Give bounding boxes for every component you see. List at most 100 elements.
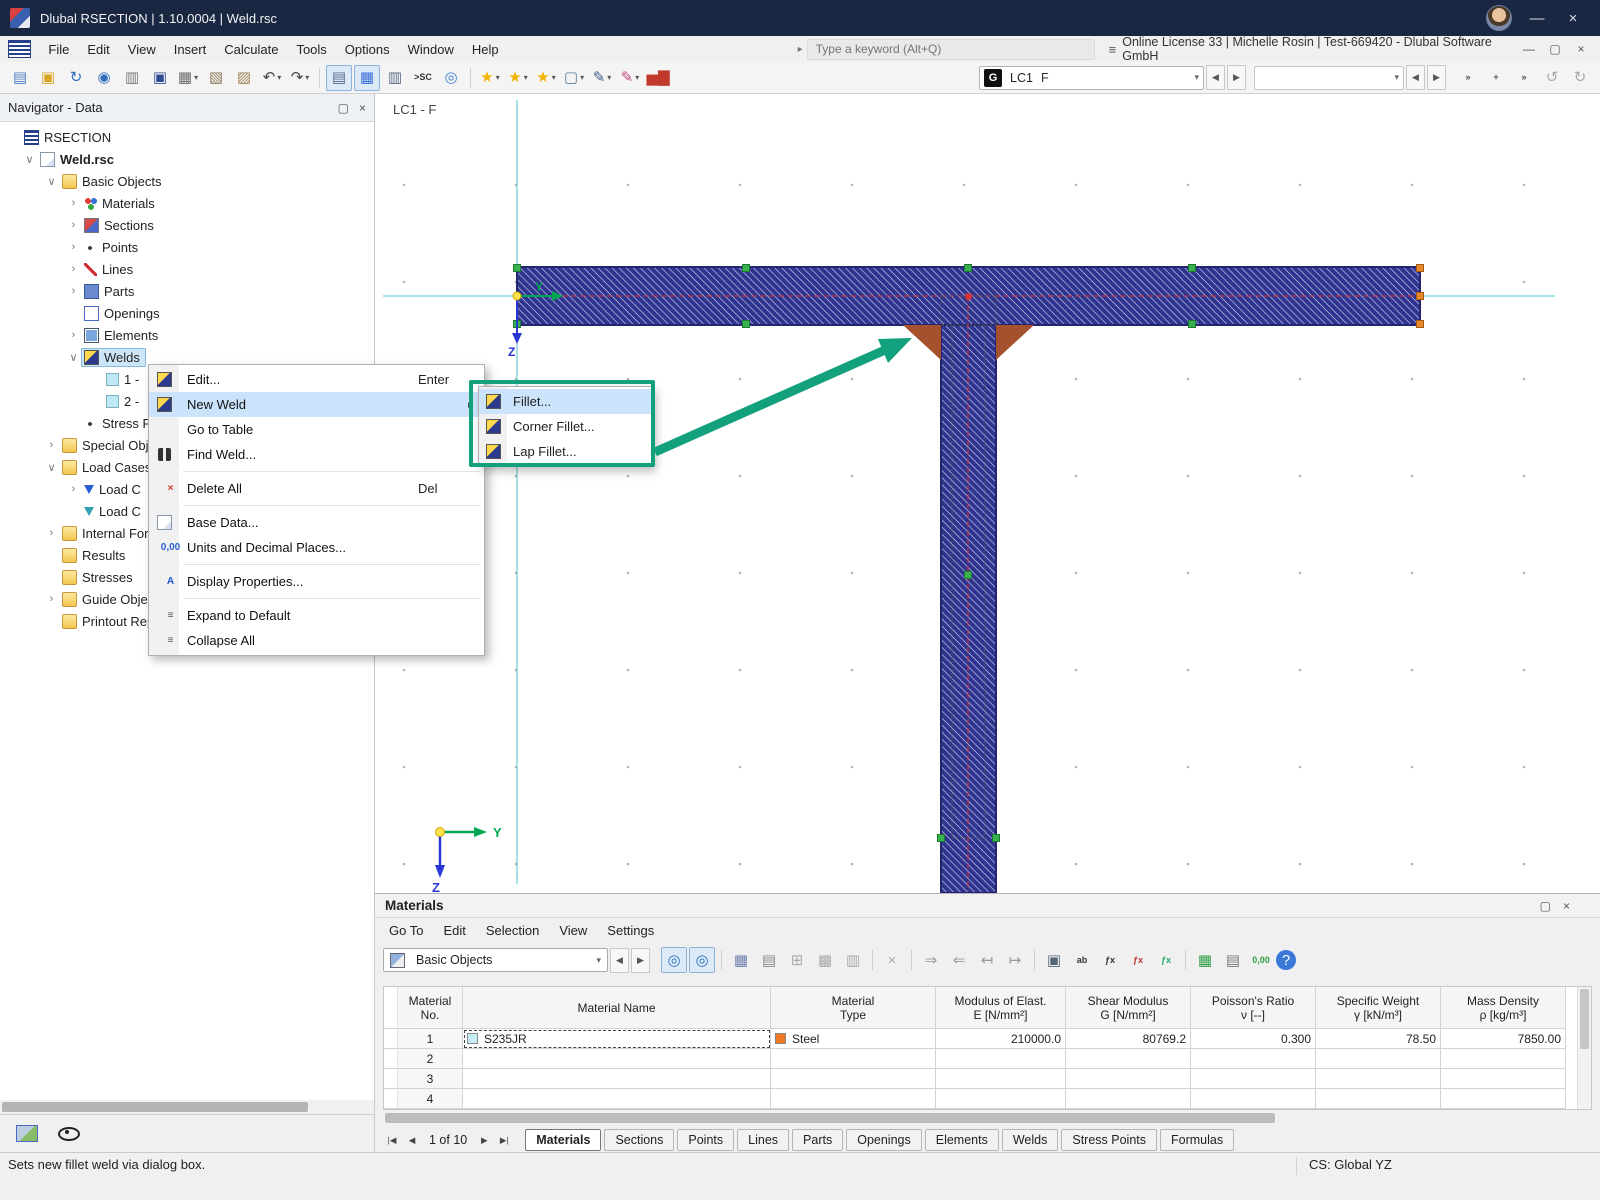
- tree-expander[interactable]: ›: [66, 263, 81, 275]
- materials-menu-item[interactable]: Selection: [476, 923, 549, 938]
- export-row-icon[interactable]: ⇒: [918, 947, 944, 973]
- submenu-item[interactable]: Fillet...: [479, 389, 651, 414]
- section-box-icon[interactable]: ▢▾: [561, 65, 587, 91]
- cell-shear-modulus[interactable]: 80769.2: [1066, 1029, 1191, 1049]
- context-menu-item[interactable]: New Weld ▸: [149, 392, 484, 417]
- tree-item[interactable]: › Parts: [0, 280, 374, 302]
- context-menu-item[interactable]: Find Weld... ▸: [149, 442, 484, 467]
- tree-item[interactable]: › Points: [0, 236, 374, 258]
- tree-expander[interactable]: ›: [66, 285, 81, 297]
- context-menu-item[interactable]: ▸: [149, 501, 484, 510]
- orbit-icon[interactable]: ↺: [1539, 65, 1565, 91]
- close-button[interactable]: ×: [1562, 10, 1584, 27]
- doc-close-button[interactable]: ×: [1572, 42, 1590, 56]
- cell-shear-modulus[interactable]: [1066, 1089, 1191, 1109]
- cell-material-no[interactable]: 1: [398, 1029, 463, 1049]
- prev-page-button[interactable]: ◀: [403, 1131, 421, 1149]
- cell-material-name[interactable]: [463, 1069, 771, 1089]
- new-model-icon[interactable]: ▤▾: [7, 65, 33, 91]
- tree-expander[interactable]: ∨: [44, 175, 59, 188]
- tree-expander[interactable]: ›: [66, 483, 81, 495]
- context-menu-item[interactable]: × Delete All Del ▸: [149, 476, 484, 501]
- table-tab[interactable]: Sections: [604, 1129, 674, 1151]
- formula-edit-icon[interactable]: ƒx: [1153, 947, 1179, 973]
- context-menu-item[interactable]: ▸: [149, 560, 484, 569]
- ole-icon[interactable]: ▤: [1220, 947, 1246, 973]
- pattern-fill-icon[interactable]: ▩: [812, 947, 838, 973]
- results-diagram-icon[interactable]: ▅▇▾: [645, 65, 671, 91]
- formula-delete-icon[interactable]: ƒx: [1125, 947, 1151, 973]
- cell-material-type[interactable]: [771, 1069, 936, 1089]
- autocomplete-icon[interactable]: ab: [1069, 947, 1095, 973]
- cell-shear-modulus[interactable]: [1066, 1069, 1191, 1089]
- table-tab[interactable]: Parts: [792, 1129, 843, 1151]
- table-tab[interactable]: Materials: [525, 1129, 601, 1151]
- color-pencil-icon[interactable]: ✎▾: [617, 65, 643, 91]
- menu-item[interactable]: Calculate: [215, 37, 287, 62]
- excel-export-icon[interactable]: ▦: [1192, 947, 1218, 973]
- menu-item[interactable]: Edit: [78, 37, 118, 62]
- user-avatar[interactable]: [1486, 5, 1512, 31]
- render-sphere-icon[interactable]: ◎▾: [438, 65, 464, 91]
- tree-expander[interactable]: ›: [66, 219, 81, 231]
- navigator-hscrollbar[interactable]: [0, 1100, 374, 1114]
- cell-specific-weight[interactable]: [1316, 1089, 1441, 1109]
- tree-item[interactable]: Openings: [0, 302, 374, 324]
- scrollbar-thumb[interactable]: [1580, 989, 1589, 1049]
- print-icon[interactable]: ▦▾: [175, 65, 201, 91]
- tree-item[interactable]: RSECTION: [0, 126, 374, 148]
- materials-menu-item[interactable]: Settings: [597, 923, 664, 938]
- cell-poisson[interactable]: 0.300: [1191, 1029, 1316, 1049]
- tree-expander[interactable]: ›: [44, 527, 59, 539]
- context-menu-item[interactable]: Edit... Enter ▸: [149, 367, 484, 392]
- tree-item[interactable]: › Lines: [0, 258, 374, 280]
- table-row[interactable]: 1 S235JR Steel 210000.0 80769.2 0.300 78…: [384, 1029, 1591, 1049]
- rotate-icon[interactable]: ↻: [1567, 65, 1593, 91]
- table-toolbar-icon[interactable]: [1185, 950, 1186, 970]
- table-row[interactable]: 4: [384, 1089, 1591, 1109]
- table-row[interactable]: 3: [384, 1069, 1591, 1089]
- table-filter-combo[interactable]: Basic Objects ▾: [383, 948, 608, 972]
- table-toolbar-icon[interactable]: [872, 950, 873, 970]
- context-menu-item[interactable]: ▸: [149, 594, 484, 603]
- redo-icon[interactable]: ↷▾: [287, 65, 313, 91]
- sc-export-icon[interactable]: >SC▾: [410, 65, 436, 91]
- context-menu-item[interactable]: ≡ Expand to Default ▸: [149, 603, 484, 628]
- visibility-eye-icon[interactable]: [58, 1127, 80, 1141]
- model-canvas[interactable]: Y Z Y Z: [375, 94, 1600, 893]
- cell-modulus[interactable]: [936, 1069, 1066, 1089]
- secondary-next-button[interactable]: ▶: [1427, 65, 1446, 90]
- cell-mass-density[interactable]: [1441, 1069, 1566, 1089]
- tree-expander[interactable]: ∨: [22, 153, 37, 166]
- context-menu-item[interactable]: Go to Table ▸: [149, 417, 484, 442]
- web-part[interactable]: [941, 325, 996, 893]
- table-toolbar-icon[interactable]: [721, 950, 722, 970]
- sync-view-icon[interactable]: ◎: [689, 947, 715, 973]
- context-menu-item[interactable]: Base Data... ▸: [149, 510, 484, 535]
- tree-expander[interactable]: ∨: [66, 351, 81, 364]
- load-case-next-button[interactable]: ▶: [1227, 65, 1246, 90]
- cell-specific-weight[interactable]: [1316, 1069, 1441, 1089]
- table-tab[interactable]: Welds: [1002, 1129, 1059, 1151]
- cell-mass-density[interactable]: 7850.00: [1441, 1029, 1566, 1049]
- panel-close-button[interactable]: ×: [1563, 899, 1570, 913]
- context-menu-item[interactable]: ≡ Collapse All ▸: [149, 628, 484, 653]
- sync-selection-icon[interactable]: ◎: [661, 947, 687, 973]
- secondary-combo[interactable]: ▾: [1254, 66, 1404, 90]
- generate-object-icon[interactable]: ★▾: [533, 65, 559, 91]
- refresh-icon[interactable]: ↻▾: [63, 65, 89, 91]
- undo-icon[interactable]: ↶▾: [259, 65, 285, 91]
- print-preview-icon[interactable]: ▥▾: [119, 65, 145, 91]
- cell-material-name[interactable]: S235JR: [463, 1029, 771, 1049]
- cell-material-type[interactable]: [771, 1089, 936, 1109]
- toolbar-icon[interactable]: ▾: [470, 68, 471, 88]
- menu-item[interactable]: Options: [336, 37, 399, 62]
- table-tab[interactable]: Lines: [737, 1129, 789, 1151]
- table-tab[interactable]: Openings: [846, 1129, 922, 1151]
- cell-material-type[interactable]: [771, 1049, 936, 1069]
- tree-item[interactable]: › Elements: [0, 324, 374, 346]
- table-tab[interactable]: Elements: [925, 1129, 999, 1151]
- view-model-icon[interactable]: ▤▾: [326, 65, 352, 91]
- view-options-icon[interactable]: ▣: [1041, 947, 1067, 973]
- table-tab[interactable]: Formulas: [1160, 1129, 1234, 1151]
